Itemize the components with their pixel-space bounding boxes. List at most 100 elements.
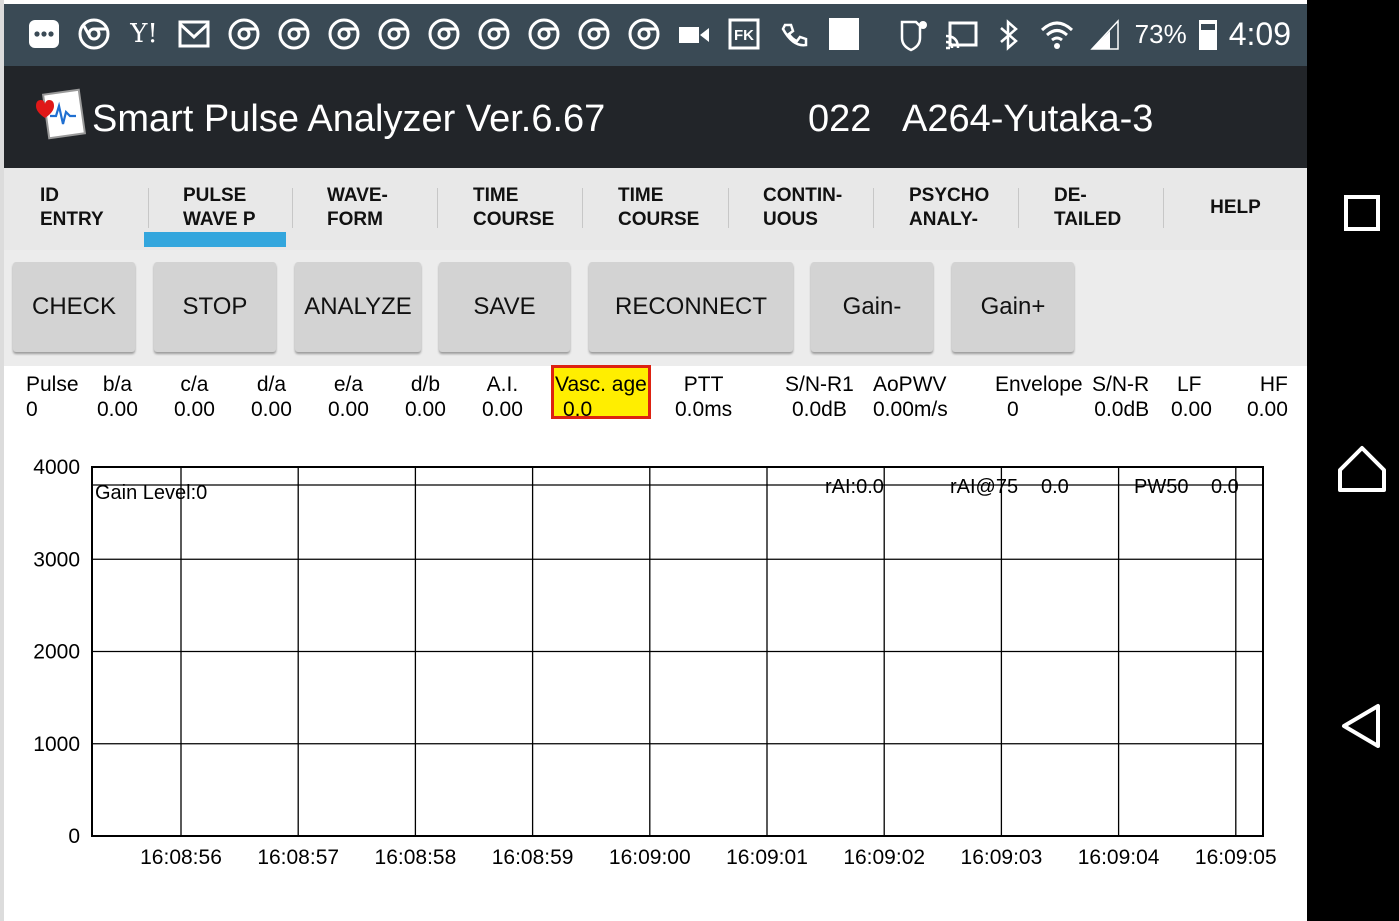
chrome-icon (226, 16, 262, 52)
chrome-icon (326, 16, 362, 52)
metric-label: S/N-R (1092, 373, 1150, 396)
recents-icon[interactable] (1334, 185, 1390, 241)
home-icon[interactable] (1334, 440, 1390, 496)
metric-label: Vasc. age (555, 373, 647, 396)
chrome-icon (476, 16, 512, 52)
bluetooth-icon (991, 17, 1027, 53)
x-tick-label: 16:09:03 (961, 846, 1043, 869)
stop-button[interactable]: STOP (154, 262, 276, 352)
metric-sn-r: S/N-R 0.0dB (1092, 372, 1149, 422)
metric-aopwv: AoPWV 0.00m/s (873, 372, 948, 422)
metric-label: b/a (102, 373, 133, 396)
tab-divider (728, 188, 729, 228)
tab-label: WAVE- FORM (327, 185, 388, 230)
tab-divider (1018, 188, 1019, 228)
metric-vasc-age: Vasc. age 0.0 (555, 372, 647, 422)
status-bar: Y! FK 73% 4:09 (4, 4, 1307, 66)
fk-icon: FK (726, 16, 762, 52)
gmail-icon (176, 16, 212, 52)
app-title-bar: Smart Pulse Analyzer Ver.6.67 022 A264-Y… (4, 66, 1307, 168)
chrome-icon (526, 16, 562, 52)
tab-label: CONTIN- UOUS (763, 185, 843, 230)
tab-time-course-2[interactable]: TIME COURSE (618, 168, 728, 248)
tab-divider (582, 188, 583, 228)
gain-plus-button[interactable]: Gain+ (952, 262, 1074, 352)
y-tick-label: 2000 (33, 641, 80, 664)
metric-value: 0.0dB (791, 398, 847, 421)
app-title: Smart Pulse Analyzer Ver.6.67 (92, 98, 606, 140)
metric-value: 0 (26, 398, 38, 421)
metric-ai: A.I. 0.00 (482, 372, 523, 422)
tab-detailed[interactable]: DE- TAILED (1054, 168, 1164, 248)
metric-value: 0 (1007, 398, 1019, 421)
metric-label: HF (1259, 373, 1288, 396)
tab-label: HELP (1210, 197, 1261, 218)
x-tick-label: 16:08:58 (375, 846, 457, 869)
metric-b-a: b/a 0.00 (97, 372, 138, 422)
metric-lf: LF 0.00 (1171, 372, 1212, 422)
metric-label: d/b (410, 373, 441, 396)
x-tick-label: 16:09:01 (726, 846, 808, 869)
chrome-icon (76, 16, 112, 52)
gain-minus-button[interactable]: Gain- (811, 262, 933, 352)
check-button[interactable]: CHECK (13, 262, 135, 352)
metric-label: A.I. (486, 373, 519, 396)
back-icon[interactable] (1334, 698, 1390, 754)
tab-label: ID ENTRY (40, 185, 104, 230)
notification-icons: Y! FK (26, 16, 862, 52)
active-tab-indicator (144, 232, 286, 247)
rai75-value: 0.0 (1041, 476, 1069, 498)
y-tick-label: 4000 (33, 456, 80, 479)
metric-d-b: d/b 0.00 (405, 372, 446, 422)
chrome-icon (626, 16, 662, 52)
tab-label: TIME COURSE (618, 185, 700, 230)
metric-label: c/a (180, 373, 209, 396)
rai-label: rAI:0.0 (825, 476, 884, 498)
y-tick-label: 3000 (33, 548, 80, 571)
metric-hf: HF 0.00 (1247, 372, 1288, 422)
chrome-icon (376, 16, 412, 52)
system-status: 73% 4:09 (895, 16, 1291, 53)
x-tick-label: 16:08:56 (140, 846, 222, 869)
x-tick-label: 16:09:04 (1078, 846, 1160, 869)
x-tick-label: 16:09:05 (1195, 846, 1277, 869)
tab-id-entry[interactable]: ID ENTRY (40, 168, 148, 248)
chrome-icon (426, 16, 462, 52)
metric-c-a: c/a 0.00 (174, 372, 215, 422)
metric-label: LF (1177, 373, 1202, 396)
metric-value: 0.0ms (675, 398, 733, 421)
metric-envelope: Envelope 0 (995, 372, 1083, 422)
analyze-button[interactable]: ANALYZE (295, 262, 421, 352)
tab-waveform[interactable]: WAVE- FORM (327, 168, 437, 248)
tab-continuous[interactable]: CONTIN- UOUS (763, 168, 873, 248)
metric-label: Pulse (26, 373, 79, 396)
cast-icon (943, 17, 979, 53)
metric-value: 0.0 (563, 398, 593, 421)
more-icon (26, 16, 62, 52)
tab-time-course-1[interactable]: TIME COURSE (473, 168, 583, 248)
tab-help[interactable]: HELP (1164, 168, 1307, 248)
metric-pulse: Pulse 0 (26, 372, 79, 422)
tab-psycho-analysis[interactable]: PSYCHO ANALY- (909, 168, 1019, 248)
video-icon (676, 16, 712, 52)
save-button[interactable]: SAVE (439, 262, 570, 352)
x-tick-label: 16:08:59 (492, 846, 574, 869)
blank-icon (826, 16, 862, 52)
metric-e-a: e/a 0.00 (328, 372, 369, 422)
measurement-row: Pulse 0 b/a 0.00 c/a 0.00 d/a 0.00 e/a 0.00 d… (4, 366, 1307, 426)
metric-value: 0.00 (174, 398, 215, 421)
metric-value: 0.0dB (1094, 398, 1150, 421)
battery-percent: 73% (1134, 19, 1187, 49)
tab-label: DE- TAILED (1054, 185, 1122, 230)
reconnect-button[interactable]: RECONNECT (589, 262, 793, 352)
chrome-icon (576, 16, 612, 52)
metric-label: Envelope (995, 373, 1083, 396)
metric-value: 0.00 (251, 398, 292, 421)
metric-value: 0.00 (1171, 398, 1212, 421)
metric-value: 0.00m/s (873, 398, 948, 421)
metric-value: 0.00 (328, 398, 369, 421)
metric-label: e/a (333, 373, 364, 396)
wifi-call-icon (776, 16, 812, 52)
pulse-chart: 0 1000 2000 3000 4000 16:08:56 16:08:57 16:08:5… (33, 456, 1277, 869)
fk-icon-text: FK (734, 27, 754, 44)
